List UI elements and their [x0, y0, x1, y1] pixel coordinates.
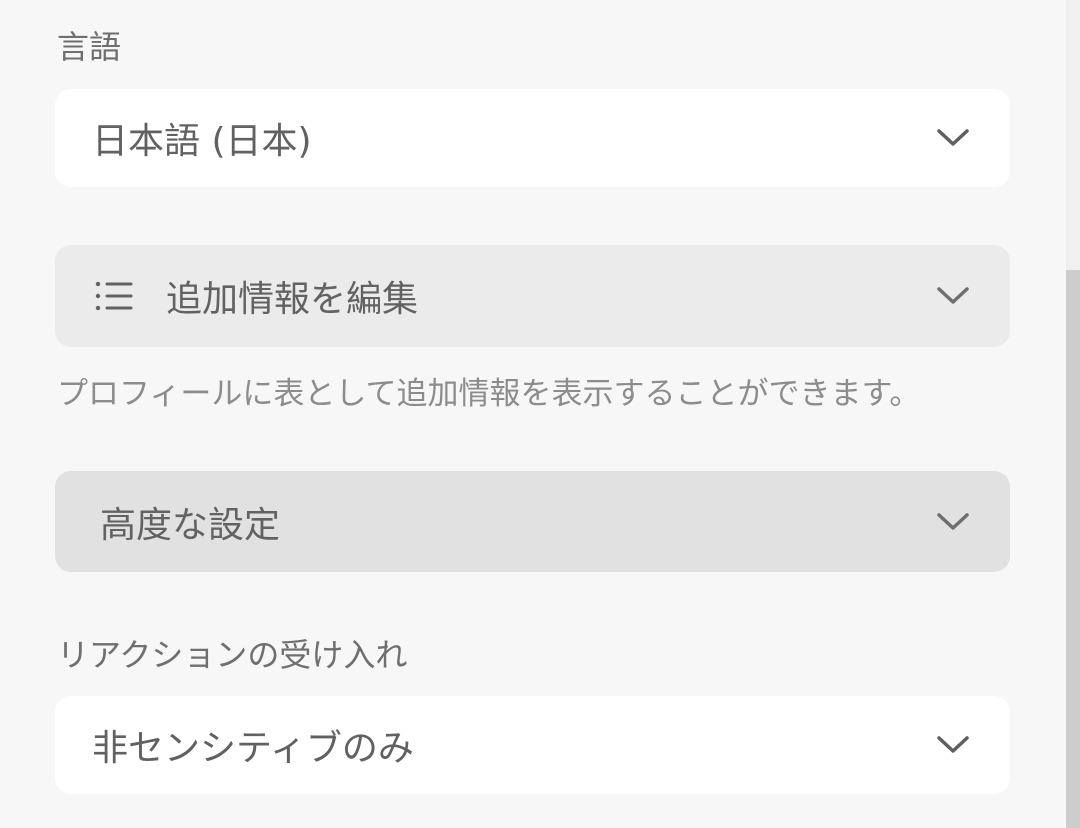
language-select[interactable]: 日本語 (日本) — [55, 89, 1010, 187]
advanced-settings-section[interactable]: 高度な設定 — [55, 471, 1010, 572]
language-label: 言語 — [57, 28, 122, 66]
reactions-select[interactable]: 非センシティブのみ — [55, 696, 1010, 794]
advanced-settings-title: 高度な設定 — [100, 504, 281, 546]
edit-extra-info-title: 追加情報を編集 — [166, 279, 419, 320]
list-icon — [95, 281, 133, 311]
extra-info-hint: プロフィールに表として追加情報を表示することができます。 — [57, 376, 921, 412]
scrollbar-thumb[interactable] — [1066, 270, 1080, 828]
chevron-down-icon — [936, 735, 970, 755]
chevron-down-icon — [936, 512, 970, 532]
edit-extra-info-section[interactable]: 追加情報を編集 — [55, 245, 1010, 347]
language-select-value: 日本語 (日本) — [92, 121, 312, 162]
chevron-down-icon — [936, 286, 970, 306]
reactions-select-value: 非センシティブのみ — [92, 728, 414, 769]
reactions-label: リアクションの受け入れ — [57, 636, 408, 674]
chevron-down-icon — [936, 128, 970, 148]
